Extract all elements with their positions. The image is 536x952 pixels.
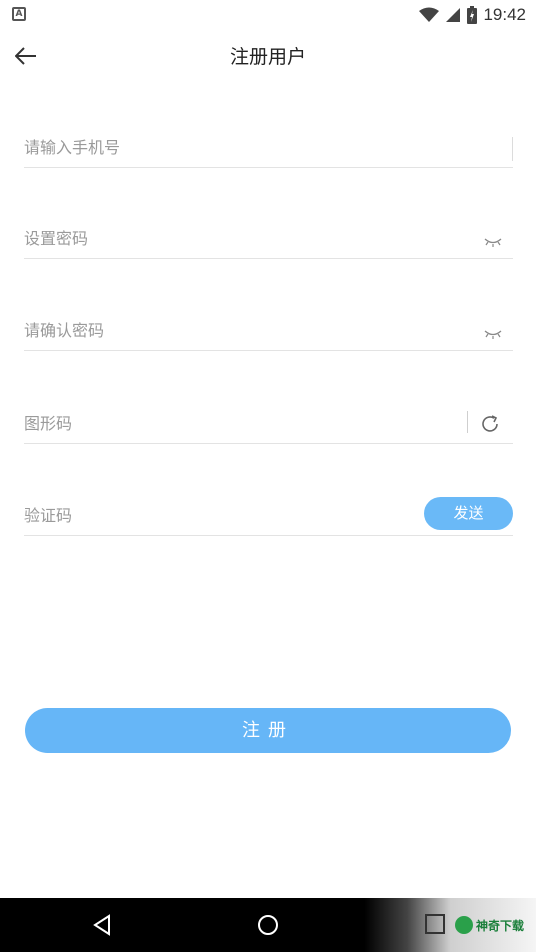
status-time: 19:42 [483,5,526,24]
send-code-button[interactable]: 发送 [424,497,513,530]
refresh-icon[interactable] [479,413,501,435]
nav-recents-icon[interactable] [424,913,446,935]
watermark-text: 神奇下载 [476,918,525,933]
eye-closed-icon[interactable] [483,326,503,340]
captcha-field [24,384,513,444]
eye-closed-icon[interactable] [483,234,503,248]
nav-back-icon[interactable] [90,913,114,937]
phone-field [24,108,513,168]
signal-icon [446,8,461,22]
status-icons: 19:42 [419,3,526,27]
captcha-input[interactable] [24,409,424,437]
confirm-password-input[interactable] [24,316,424,344]
watermark-logo-icon [455,916,473,934]
page-title: 注册用户 [229,46,306,68]
nav-home-icon[interactable] [256,913,280,937]
app-notification-icon: A [12,7,26,21]
register-button[interactable]: 注册 [25,708,511,753]
sms-code-field: 发送 [24,476,513,536]
battery-icon [467,6,478,24]
password-input[interactable] [24,224,424,252]
app-header: 注册用户 [0,30,536,82]
phone-input[interactable] [24,133,424,161]
system-nav-bar: 神奇下载 [0,898,536,952]
captcha-divider [467,411,468,433]
wifi-icon [419,7,440,22]
watermark: 神奇下载 [455,914,524,936]
password-field [24,199,513,259]
sms-code-input[interactable] [24,501,404,529]
confirm-password-field [24,291,513,351]
status-bar: A 19:42 [0,0,536,30]
field-edge-line [512,137,513,161]
